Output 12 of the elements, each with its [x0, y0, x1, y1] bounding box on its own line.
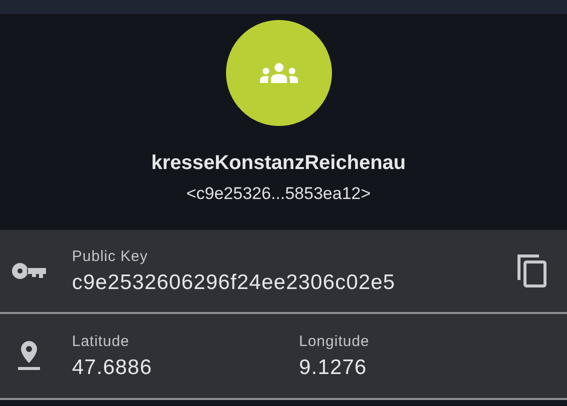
public-key-value: c9e2532606296f24ee2306c02e5 [72, 270, 396, 294]
field-label: Public Key [72, 248, 149, 264]
group-icon [260, 63, 298, 83]
coordinate-value: 47.6886 [72, 356, 154, 380]
coordinate-value: 9.1276 [299, 356, 368, 380]
field-label: Latitude [72, 332, 130, 350]
location-pin-icon [18, 341, 40, 371]
copy-icon[interactable] [517, 254, 547, 288]
contact-id: <c9e25326...5853ea12> [186, 184, 371, 204]
contact-name: kresseKonstanzReichenau [151, 152, 406, 175]
field-label: Longitude [299, 332, 370, 350]
key-icon [12, 263, 46, 279]
